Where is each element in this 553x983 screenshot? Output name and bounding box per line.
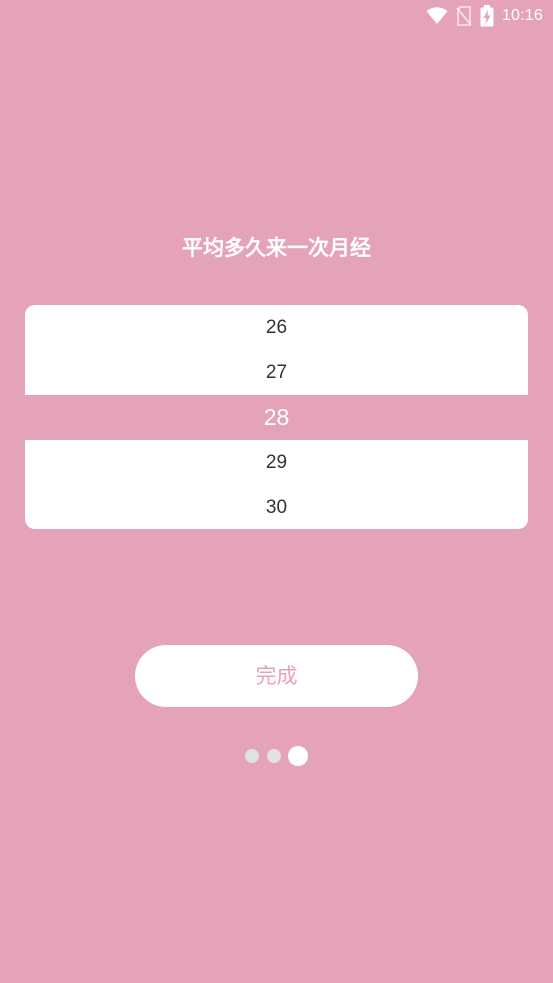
page-dot <box>245 749 259 763</box>
picker-item[interactable]: 27 <box>25 350 528 395</box>
page-dot-active <box>288 746 308 766</box>
page-title: 平均多久来一次月经 <box>182 236 371 260</box>
page-indicator <box>0 745 553 767</box>
status-bar: 10:16 <box>0 0 553 32</box>
done-button[interactable]: 完成 <box>135 645 418 707</box>
picker-item[interactable]: 29 <box>25 440 528 485</box>
status-time: 10:16 <box>501 7 543 24</box>
status-icons: 10:16 <box>426 4 543 28</box>
picker-item-selected[interactable]: 28 <box>25 395 528 440</box>
picker-item[interactable]: 30 <box>25 485 528 529</box>
picker-item[interactable]: 26 <box>25 305 528 350</box>
page-dot <box>267 749 281 763</box>
battery-charging-icon <box>480 5 494 27</box>
cycle-length-picker[interactable]: 26 27 28 29 30 <box>25 305 528 529</box>
no-sim-icon <box>456 6 472 26</box>
wifi-icon <box>426 7 448 25</box>
